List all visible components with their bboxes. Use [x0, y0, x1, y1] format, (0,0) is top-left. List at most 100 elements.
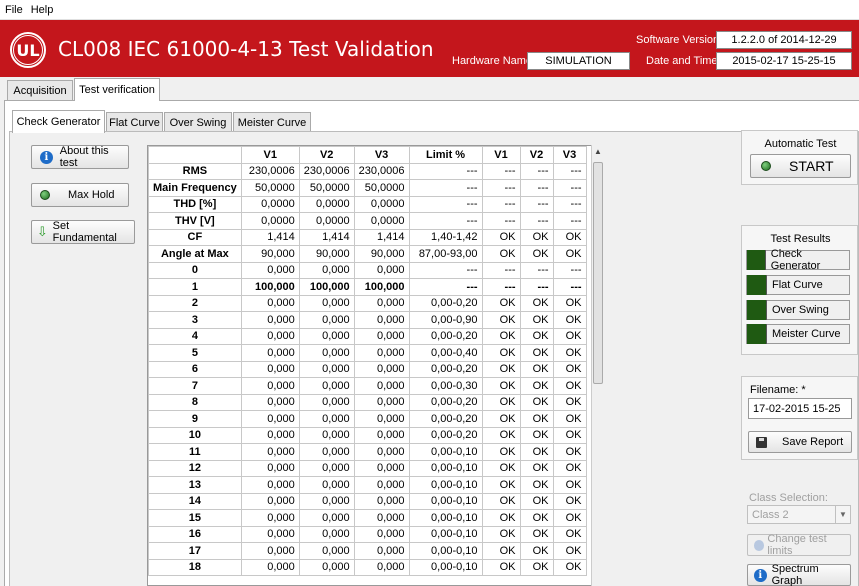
table-cell: 230,0006 — [353, 162, 410, 180]
header-cell — [148, 146, 242, 164]
table-cell: OK — [481, 426, 521, 444]
table-cell: OK — [552, 443, 587, 461]
table-cell: --- — [552, 195, 587, 213]
table-cell: 0,00-0,10 — [408, 492, 483, 510]
table-cell: 0,000 — [240, 261, 300, 279]
chevron-down-icon[interactable]: ▼ — [835, 506, 850, 523]
table-cell: 0,000 — [240, 410, 300, 428]
tab-acquisition[interactable]: Acquisition — [7, 80, 73, 101]
table-row[interactable]: 5 0,000 0,000 0,000 0,00-0,40 OK OK OK — [148, 344, 587, 362]
table-cell: 0,00-0,20 — [408, 426, 483, 444]
filename-input[interactable]: 17-02-2015 15-25 — [748, 398, 852, 419]
table-cell: 0,00-0,10 — [408, 443, 483, 461]
set-fundamental-label: Set Fundamental — [52, 220, 117, 244]
table-cell: OK — [552, 294, 587, 312]
tab-test-verification[interactable]: Test verification — [74, 78, 160, 101]
tab-meister-curve[interactable]: Meister Curve — [233, 112, 311, 133]
table-row[interactable]: 11 0,000 0,000 0,000 0,00-0,10 OK OK OK — [148, 443, 587, 461]
table-cell: --- — [481, 162, 521, 180]
table-row[interactable]: 17 0,000 0,000 0,000 0,00-0,10 OK OK OK — [148, 542, 587, 560]
tab-check-generator[interactable]: Check Generator — [12, 110, 105, 133]
table-row[interactable]: 13 0,000 0,000 0,000 0,00-0,10 OK OK OK — [148, 476, 587, 494]
scroll-up-icon[interactable]: ▲ — [594, 147, 602, 156]
menu-help[interactable]: Help — [31, 4, 54, 16]
table-cell: 0,000 — [298, 542, 355, 560]
table-row[interactable]: Main Frequency 50,0000 50,0000 50,0000 --- --… — [148, 179, 587, 197]
spectrum-graph-button[interactable]: i Spectrum Graph — [747, 563, 851, 586]
table-cell: 0,00-0,20 — [408, 327, 483, 345]
table-cell: 0,000 — [298, 360, 355, 378]
table-cell: 0,000 — [240, 443, 300, 461]
tab-flat-curve[interactable]: Flat Curve — [106, 112, 163, 133]
table-row[interactable]: 8 0,000 0,000 0,000 0,00-0,20 OK OK OK — [148, 393, 587, 411]
table-cell: 0,0000 — [240, 212, 300, 230]
table-cell: 0,000 — [298, 311, 355, 329]
table-header-row: V1 V2 V3 Limit % V1 V2 V3 — [148, 146, 587, 164]
set-fundamental-button[interactable]: ⇩ Set Fundamental — [31, 220, 135, 244]
table-cell: --- — [519, 162, 554, 180]
table-row[interactable]: 18 0,000 0,000 0,000 0,00-0,10 OK OK OK — [148, 558, 587, 576]
table-cell: --- — [519, 195, 554, 213]
table-cell: --- — [552, 261, 587, 279]
change-test-limits-button[interactable]: Change test limits — [747, 533, 851, 557]
row-label: Angle at Max — [148, 245, 242, 263]
table-cell: 50,0000 — [240, 179, 300, 197]
table-row[interactable]: THD [%] 0,0000 0,0000 0,0000 --- --- --- --- — [148, 195, 587, 213]
table-row[interactable]: 3 0,000 0,000 0,000 0,00-0,90 OK OK OK — [148, 311, 587, 329]
table-row[interactable]: 6 0,000 0,000 0,000 0,00-0,20 OK OK OK — [148, 360, 587, 378]
table-row[interactable]: 14 0,000 0,000 0,000 0,00-0,10 OK OK OK — [148, 492, 587, 510]
table-cell: 0,000 — [298, 509, 355, 527]
start-button[interactable]: START — [750, 154, 851, 178]
table-cell: 0,000 — [353, 261, 410, 279]
class-select[interactable]: Class 2 ▼ — [747, 505, 851, 524]
table-cell: 0,000 — [298, 443, 355, 461]
table-cell: 0,000 — [353, 509, 410, 527]
table-row[interactable]: THV [V] 0,0000 0,0000 0,0000 --- --- --- --- — [148, 212, 587, 230]
app-title: CL008 IEC 61000-4-13 Test Validation — [58, 37, 434, 61]
table-cell: 0,000 — [240, 426, 300, 444]
table-row[interactable]: 10 0,000 0,000 0,000 0,00-0,20 OK OK OK — [148, 426, 587, 444]
table-cell: OK — [519, 294, 554, 312]
table-row[interactable]: CF 1,414 1,414 1,414 1,40-1,42 OK OK OK — [148, 228, 587, 246]
filename-label: Filename: * — [750, 384, 806, 396]
table-row[interactable]: 12 0,000 0,000 0,000 0,00-0,10 OK OK OK — [148, 459, 587, 477]
table-cell: --- — [552, 212, 587, 230]
menu-file[interactable]: File — [5, 4, 23, 16]
table-row[interactable]: 16 0,000 0,000 0,000 0,00-0,10 OK OK OK — [148, 525, 587, 543]
max-hold-button[interactable]: Max Hold — [31, 183, 129, 207]
table-cell: 0,000 — [240, 327, 300, 345]
software-version-field: 1.2.2.0 of 2014-12-29 — [716, 31, 852, 49]
scroll-thumb[interactable] — [593, 162, 603, 384]
table-cell: OK — [552, 426, 587, 444]
table-cell: 0,000 — [353, 294, 410, 312]
table-row[interactable]: 15 0,000 0,000 0,000 0,00-0,10 OK OK OK — [148, 509, 587, 527]
app-header: UL CL008 IEC 61000-4-13 Test Validation … — [0, 20, 859, 77]
row-label: RMS — [148, 162, 242, 180]
about-test-button[interactable]: i About this test — [31, 145, 129, 169]
table-scrollbar[interactable]: ▲ — [591, 145, 604, 586]
table-cell: 0,000 — [353, 476, 410, 494]
row-label: 12 — [148, 459, 242, 477]
row-label: 7 — [148, 377, 242, 395]
save-report-button[interactable]: Save Report — [748, 431, 852, 453]
table-cell: 230,0006 — [298, 162, 355, 180]
table-row[interactable]: 1 100,000 100,000 100,000 --- --- --- --- — [148, 278, 587, 296]
table-cell: 100,000 — [240, 278, 300, 296]
table-row[interactable]: 4 0,000 0,000 0,000 0,00-0,20 OK OK OK — [148, 327, 587, 345]
table-cell: OK — [481, 542, 521, 560]
measurement-table[interactable]: V1 V2 V3 Limit % V1 V2 V3 RMS 230,0006 230… — [147, 145, 604, 586]
table-cell: OK — [481, 228, 521, 246]
table-cell: 0,0000 — [240, 195, 300, 213]
table-row[interactable]: RMS 230,0006 230,0006 230,0006 --- --- --- --- — [148, 162, 587, 180]
table-cell: --- — [519, 278, 554, 296]
table-row[interactable]: 0 0,000 0,000 0,000 --- --- --- --- — [148, 261, 587, 279]
tab-over-swing[interactable]: Over Swing — [164, 112, 232, 133]
table-cell: OK — [552, 311, 587, 329]
table-cell: OK — [552, 509, 587, 527]
table-row[interactable]: 2 0,000 0,000 0,000 0,00-0,20 OK OK OK — [148, 294, 587, 312]
table-cell: OK — [519, 443, 554, 461]
table-cell: --- — [481, 261, 521, 279]
table-row[interactable]: 9 0,000 0,000 0,000 0,00-0,20 OK OK OK — [148, 410, 587, 428]
table-row[interactable]: Angle at Max 90,000 90,000 90,000 87,00-93,0… — [148, 245, 587, 263]
table-row[interactable]: 7 0,000 0,000 0,000 0,00-0,30 OK OK OK — [148, 377, 587, 395]
